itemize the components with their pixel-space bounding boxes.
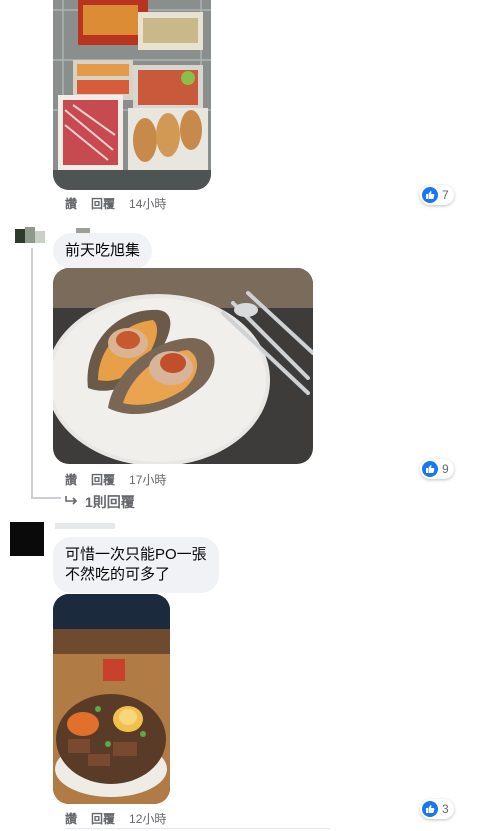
comment-bubble: 可惜一次只能PO一張 不然吃的可多了 xyxy=(53,537,219,593)
like-button[interactable]: 讚 xyxy=(65,195,77,212)
comment-bubble: 前天吃旭集 xyxy=(53,233,153,269)
thread-line-curve xyxy=(31,497,61,499)
view-replies-link[interactable]: 1則回覆 xyxy=(65,492,135,512)
comment-photo-rice-bowl[interactable] xyxy=(53,594,170,804)
avatar[interactable] xyxy=(15,227,47,245)
like-icon xyxy=(422,801,438,817)
comment-photo-cart[interactable] xyxy=(53,0,211,190)
like-icon xyxy=(422,187,438,203)
reaction-count-value: 7 xyxy=(442,188,449,202)
reply-button[interactable]: 回覆 xyxy=(91,810,115,827)
author-name[interactable] xyxy=(55,523,115,529)
reaction-count[interactable]: 3 xyxy=(420,799,454,819)
view-replies-label: 1則回覆 xyxy=(85,494,135,510)
reaction-count[interactable]: 9 xyxy=(420,459,454,479)
comment-actions: 讚 回覆 17小時 xyxy=(65,471,166,488)
timestamp[interactable]: 14小時 xyxy=(129,195,166,212)
like-button[interactable]: 讚 xyxy=(65,471,77,488)
comment-actions: 讚 回覆 12小時 xyxy=(65,810,166,827)
comment-photo-oysters[interactable] xyxy=(53,268,313,464)
comment-text-line: 可惜一次只能PO一張 xyxy=(65,546,207,563)
reaction-count[interactable]: 7 xyxy=(420,185,454,205)
reply-button[interactable]: 回覆 xyxy=(91,195,115,212)
comment-text-line: 不然吃的可多了 xyxy=(65,566,171,583)
like-button[interactable]: 讚 xyxy=(65,810,77,827)
reaction-count-value: 3 xyxy=(442,802,449,816)
reaction-count-value: 9 xyxy=(442,462,449,476)
comment-actions: 讚 回覆 14小時 xyxy=(65,195,166,212)
reply-arrow-icon xyxy=(65,494,79,510)
timestamp[interactable]: 12小時 xyxy=(129,810,166,827)
reply-button[interactable]: 回覆 xyxy=(91,471,115,488)
timestamp[interactable]: 17小時 xyxy=(129,471,166,488)
divider xyxy=(65,828,330,829)
comment-text: 前天吃旭集 xyxy=(65,242,141,259)
like-icon xyxy=(422,461,438,477)
avatar[interactable] xyxy=(10,522,44,556)
thread-line xyxy=(31,248,33,498)
